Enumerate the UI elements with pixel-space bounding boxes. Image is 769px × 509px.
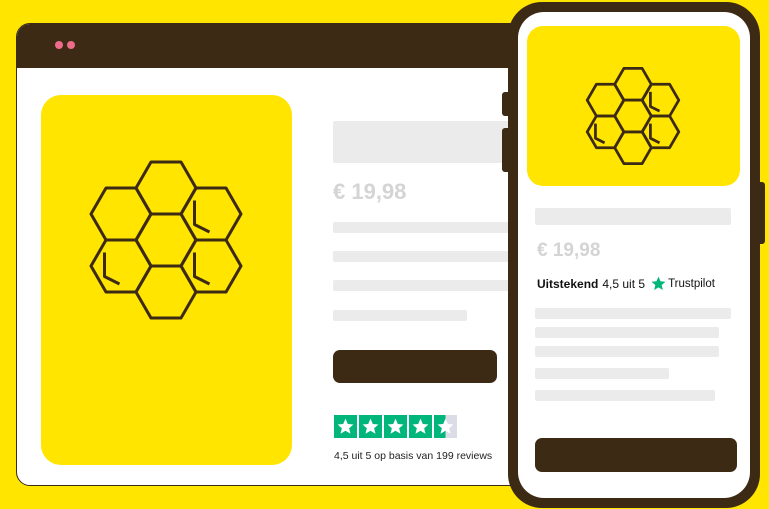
product-title-placeholder	[535, 208, 731, 225]
add-to-cart-button[interactable]	[333, 350, 497, 383]
phone-power-button	[760, 182, 765, 244]
trustpilot-star-icon	[651, 276, 666, 290]
honeycomb-icon	[89, 160, 243, 320]
trustpilot-logo-text: Trustpilot	[668, 277, 715, 290]
star-icon	[359, 415, 382, 438]
trustpilot-rating: Uitstekend 4,5 uit 5 Trustpilot	[537, 276, 715, 291]
rating-label: Uitstekend	[537, 276, 599, 291]
star-icon	[384, 415, 407, 438]
window-control-dot[interactable]	[67, 41, 75, 49]
rating-value: 4,5 uit 5	[602, 276, 646, 291]
window-control-dot[interactable]	[55, 41, 63, 49]
product-image	[527, 26, 740, 186]
honeycomb-icon	[585, 67, 681, 165]
description-placeholder	[535, 346, 719, 357]
description-placeholder	[535, 308, 731, 319]
review-summary: 4,5 uit 5 op basis van 199 reviews	[334, 450, 493, 462]
star-half-icon	[434, 415, 457, 438]
star-icon	[409, 415, 432, 438]
trustpilot-stars	[334, 415, 457, 438]
description-placeholder	[535, 368, 669, 379]
description-placeholder	[333, 310, 467, 321]
description-placeholder	[535, 327, 719, 338]
product-image	[41, 95, 292, 465]
phone-volume-button	[502, 92, 508, 116]
product-price: € 19,98	[333, 179, 407, 204]
phone-screen: € 19,98 Uitstekend 4,5 uit 5 Trustpilot	[518, 12, 750, 498]
add-to-cart-button[interactable]	[535, 438, 737, 472]
star-icon	[334, 415, 357, 438]
phone-volume-button	[502, 128, 508, 172]
description-placeholder	[535, 390, 715, 401]
phone-frame: € 19,98 Uitstekend 4,5 uit 5 Trustpilot	[502, 2, 765, 508]
product-price: € 19,98	[537, 240, 601, 261]
